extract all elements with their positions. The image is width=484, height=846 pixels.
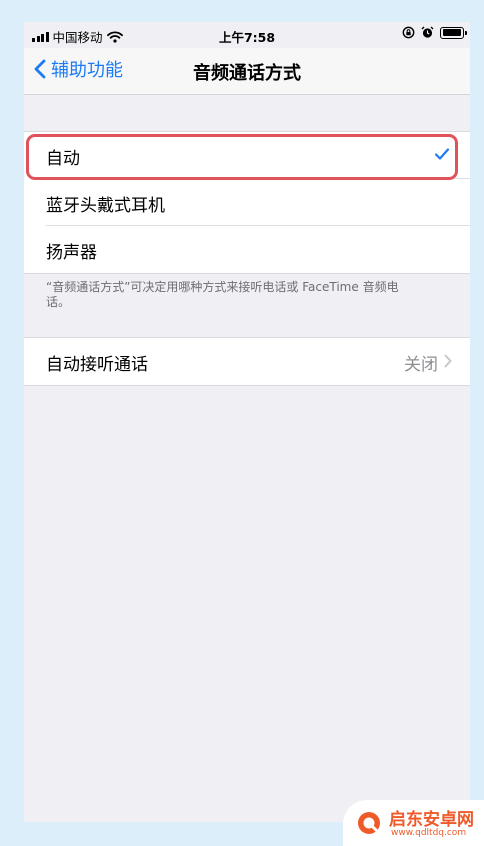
routing-footer-note: “音频通话方式”可决定用哪种方式来接听电话或 FaceTime 音频电话。 (46, 280, 399, 309)
navigation-bar: 辅助功能 音频通话方式 (24, 48, 470, 95)
auto-answer-label: 自动接听通话 (46, 355, 148, 375)
status-right (402, 26, 467, 39)
option-speaker[interactable]: 扬声器 (24, 226, 470, 273)
phone-screen: 中国移动 上午7:58 辅助功能 音频通话方式 自动 蓝牙头戴式耳机 扬声器 “… (24, 22, 470, 822)
option-label: 蓝牙头戴式耳机 (46, 196, 165, 216)
option-label: 自动 (46, 149, 80, 169)
chevron-right-icon (444, 354, 452, 368)
watermark-url: www.qdltdq.com (391, 828, 467, 838)
watermark-logo-icon (358, 812, 380, 834)
option-label: 扬声器 (46, 243, 97, 263)
alarm-icon (421, 26, 434, 38)
option-auto[interactable]: 自动 (24, 132, 470, 179)
orientation-lock-icon (402, 26, 415, 39)
call-routing-group: 自动 蓝牙头戴式耳机 扬声器 (24, 131, 470, 274)
option-bluetooth-headset[interactable]: 蓝牙头戴式耳机 (24, 179, 470, 226)
auto-answer-value: 关闭 (404, 355, 438, 375)
status-bar: 中国移动 上午7:58 (24, 22, 470, 48)
page-title: 音频通话方式 (193, 63, 301, 84)
watermark: 启东安卓网 www.qdltdq.com (343, 800, 484, 846)
checkmark-icon (434, 148, 450, 160)
auto-answer-row[interactable]: 自动接听通话 关闭 (24, 338, 470, 385)
battery-icon (440, 26, 467, 39)
watermark-name: 启东安卓网 (389, 810, 474, 830)
auto-answer-group: 自动接听通话 关闭 (24, 337, 470, 386)
